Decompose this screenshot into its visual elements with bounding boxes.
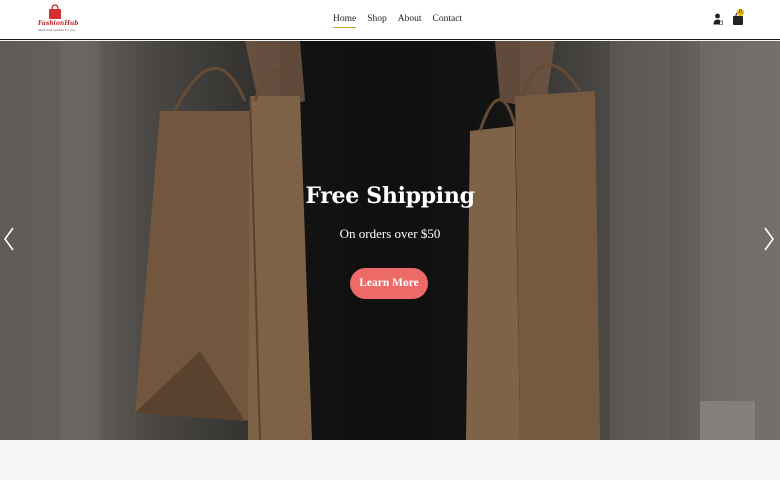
logo-name: FashionHub: [38, 20, 79, 27]
hero-title: Free Shipping: [305, 183, 475, 209]
nav-item-home[interactable]: Home: [333, 13, 357, 29]
shopping-bag-logo-icon: [49, 4, 61, 19]
hero-slider: Free Shipping On orders over $50 Learn M…: [0, 41, 780, 440]
content-section: [0, 440, 780, 480]
chevron-left-icon[interactable]: [2, 226, 16, 252]
nav-item-about[interactable]: About: [398, 13, 422, 29]
cart-count-badge: 0: [737, 9, 744, 16]
hero-subtitle: On orders over $50: [339, 226, 441, 241]
user-icon[interactable]: [713, 13, 723, 25]
site-header: FashionHub Style that speaks for you Hom…: [0, 0, 780, 40]
site-logo[interactable]: FashionHub Style that speaks for you: [38, 2, 79, 36]
nav-item-contact[interactable]: Contact: [433, 13, 463, 29]
logo-tagline: Style that speaks for you: [38, 28, 76, 32]
main-nav: Home Shop About Contact: [333, 13, 473, 29]
nav-item-shop[interactable]: Shop: [367, 13, 387, 29]
chevron-right-icon[interactable]: [762, 226, 776, 252]
learn-more-button[interactable]: Learn More: [350, 268, 428, 299]
